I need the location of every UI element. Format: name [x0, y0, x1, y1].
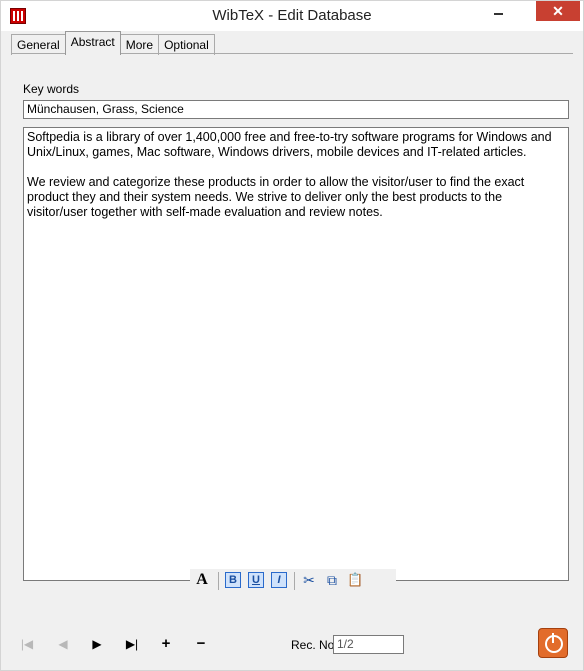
record-number-label: Rec. No. [291, 638, 338, 652]
copy-icon[interactable]: ⧉ [324, 572, 340, 588]
tab-more[interactable]: More [119, 34, 160, 55]
minimize-button[interactable] [485, 1, 511, 23]
toolbar-separator [218, 572, 219, 590]
paste-icon[interactable]: 📋 [347, 572, 363, 588]
italic-button[interactable]: I [271, 572, 287, 588]
abstract-textarea[interactable]: Softpedia is a library of over 1,400,000… [23, 127, 569, 581]
edit-database-window: WibTeX - Edit Database ✕ General Abstrac… [0, 0, 584, 671]
navigation-bar: |◀ ◀ ▶ ▶| + − Rec. No. 1/2 [1, 616, 583, 670]
power-icon[interactable] [538, 628, 568, 658]
title-bar: WibTeX - Edit Database ✕ [1, 1, 583, 31]
cut-icon[interactable]: ✂ [301, 572, 317, 588]
tab-strip: General Abstract More Optional [11, 31, 215, 55]
close-button[interactable]: ✕ [536, 1, 580, 21]
last-record-button[interactable]: ▶| [122, 636, 142, 652]
record-number-field[interactable]: 1/2 [333, 635, 404, 654]
keywords-label: Key words [23, 82, 80, 96]
keywords-input[interactable]: Münchausen, Grass, Science [23, 100, 569, 119]
toolbar-separator [294, 572, 295, 590]
tab-general[interactable]: General [11, 34, 66, 55]
delete-record-button[interactable]: − [191, 636, 211, 652]
tab-abstract[interactable]: Abstract [64, 31, 121, 55]
next-record-button[interactable]: ▶ [87, 636, 107, 652]
font-button[interactable]: A [194, 572, 210, 588]
format-toolbar: A B U I ✂ ⧉ 📋 [190, 569, 396, 593]
first-record-button[interactable]: |◀ [17, 636, 37, 652]
tab-optional[interactable]: Optional [158, 34, 215, 55]
bold-button[interactable]: B [225, 572, 241, 588]
underline-button[interactable]: U [248, 572, 264, 588]
previous-record-button[interactable]: ◀ [53, 636, 73, 652]
add-record-button[interactable]: + [156, 636, 176, 652]
